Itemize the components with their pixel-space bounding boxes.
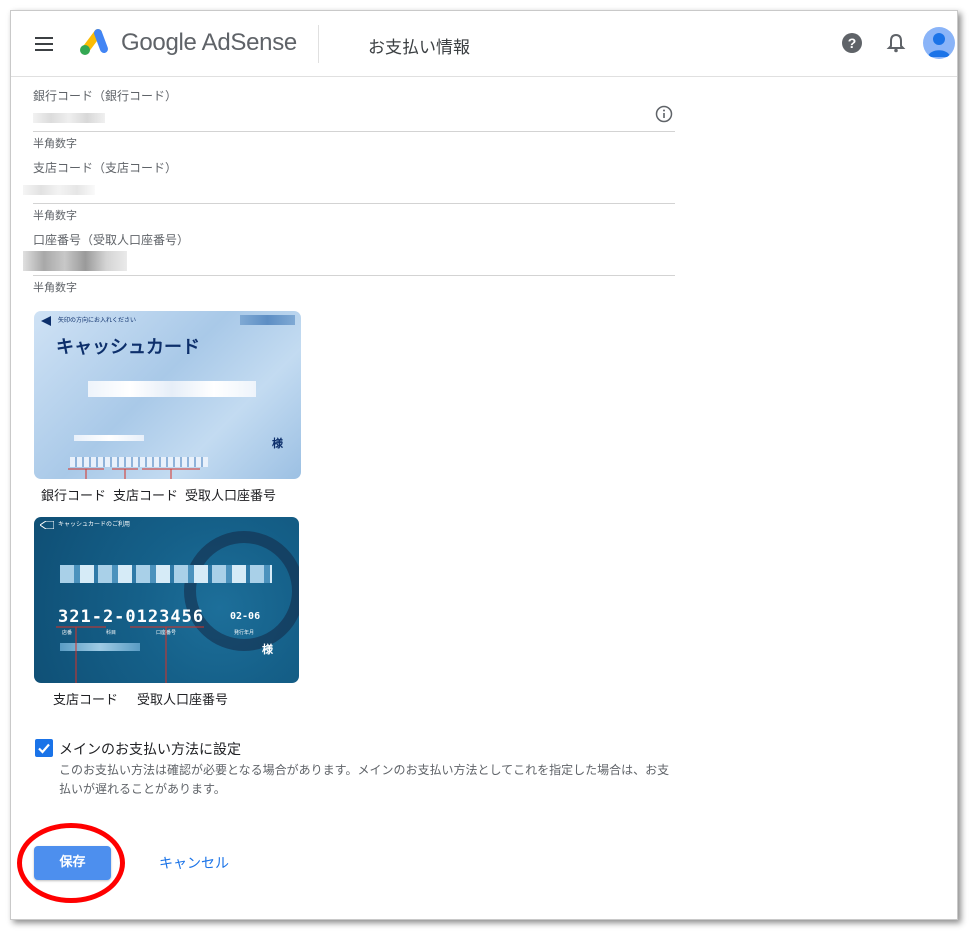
branch-code-label: 支店コード（支店コード）: [33, 161, 178, 175]
notification-bell-icon[interactable]: [885, 32, 907, 54]
account-number-label: 口座番号（受取人口座番号）: [33, 233, 190, 247]
brand-name: Google AdSense: [121, 29, 297, 56]
card-front-callouts: [68, 468, 200, 479]
user-icon: [928, 33, 950, 57]
branch-code-field: 支店コード（支店コード） 半角数字: [23, 159, 675, 229]
primary-method-checkbox[interactable]: [35, 739, 53, 757]
avatar[interactable]: [923, 27, 955, 59]
header-divider: [318, 25, 319, 63]
account-number-input[interactable]: [23, 249, 643, 273]
app-window: Google AdSense お支払い情報 ? 銀行コード（銀行コード） 半角数…: [10, 10, 958, 920]
bank-code-label: 銀行コード（銀行コード）: [33, 89, 178, 103]
front-caption-bank: 銀行コード: [41, 489, 107, 504]
cancel-button[interactable]: キャンセル: [159, 853, 229, 873]
branch-code-underline: [33, 203, 675, 204]
bank-code-input[interactable]: [33, 109, 633, 127]
card-back-callouts: [56, 626, 204, 683]
adsense-logo-icon: [80, 29, 108, 55]
help-icon[interactable]: ?: [841, 32, 863, 54]
page-title: お支払い情報: [368, 38, 470, 58]
front-caption-branch: 支店コード: [113, 489, 179, 504]
info-icon[interactable]: [655, 105, 673, 123]
account-number-hint: 半角数字: [33, 281, 77, 294]
bank-code-hint: 半角数字: [33, 137, 77, 150]
svg-text:?: ?: [848, 35, 857, 51]
cash-card-back-image: キャッシュカードのご利用 321-2-0123456 02-06 店番 科目 口…: [34, 517, 299, 683]
account-number-field: 口座番号（受取人口座番号） 半角数字: [23, 231, 675, 301]
bank-code-field: 銀行コード（銀行コード） 半角数字: [33, 87, 675, 157]
front-caption-account: 受取人口座番号: [185, 489, 277, 504]
back-caption-branch: 支店コード: [53, 693, 119, 708]
menu-icon[interactable]: [35, 37, 53, 51]
branch-code-input[interactable]: [23, 181, 643, 199]
top-app-bar: Google AdSense お支払い情報 ?: [11, 11, 957, 77]
back-caption-account: 受取人口座番号: [137, 693, 229, 708]
cash-card-front-image: 矢印の方向にお入れください キャッシュカード 様: [34, 311, 301, 479]
primary-method-label[interactable]: メインのお支払い方法に設定: [59, 739, 241, 759]
save-button[interactable]: 保存: [34, 846, 111, 880]
primary-method-description: このお支払い方法は確認が必要となる場合があります。メインのお支払い方法としてこれ…: [59, 763, 670, 796]
branch-code-hint: 半角数字: [33, 209, 77, 222]
checkmark-icon: [38, 743, 50, 754]
bank-code-underline: [33, 131, 675, 132]
account-number-underline: [33, 275, 675, 276]
